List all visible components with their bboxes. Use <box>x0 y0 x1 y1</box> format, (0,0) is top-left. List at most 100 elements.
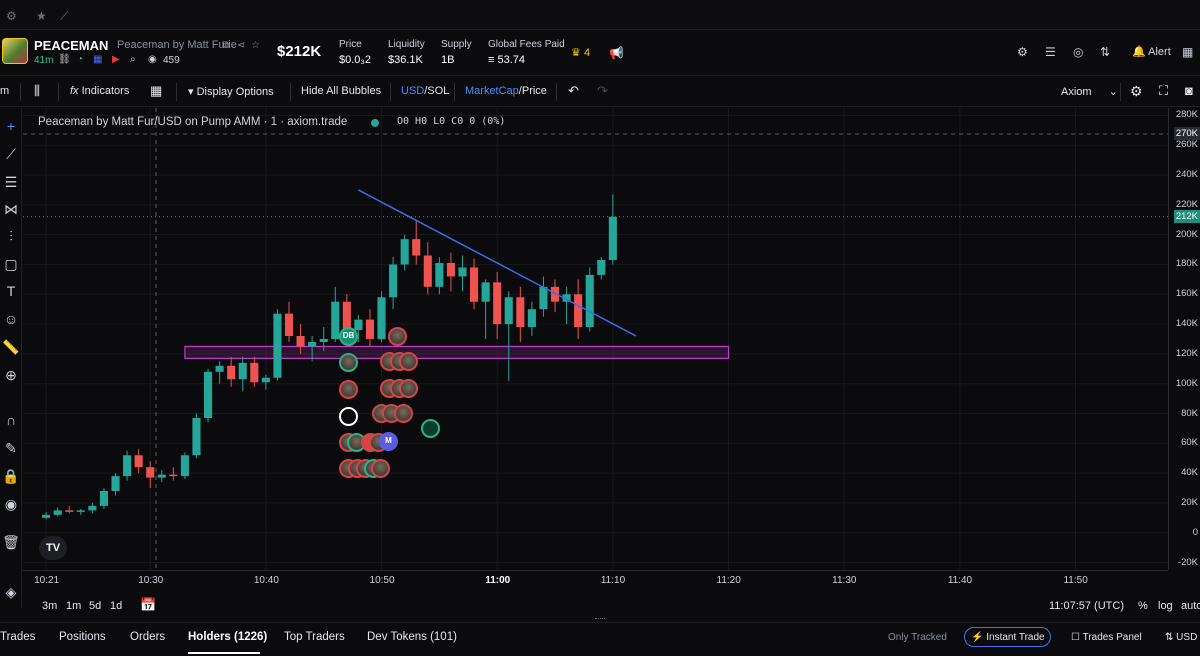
trader-bubble[interactable] <box>421 419 440 438</box>
display-options-button[interactable]: ▾ Display Options <box>188 85 274 98</box>
tab-positions[interactable]: Positions <box>59 631 106 643</box>
layers-icon[interactable]: ◈ <box>2 584 20 601</box>
crosshair-icon[interactable]: + <box>2 118 20 134</box>
trader-bubble[interactable] <box>371 459 390 478</box>
screenshot-icon[interactable]: ◙ <box>1185 83 1193 98</box>
trades-panel-toggle[interactable]: ☐ Trades Panel <box>1071 632 1142 643</box>
fib-icon[interactable]: ⫶ <box>2 228 20 245</box>
divider <box>556 83 557 101</box>
token-avatar[interactable] <box>2 38 28 64</box>
currency-toggle[interactable]: USD/SOL <box>401 85 449 97</box>
tab-top-traders[interactable]: Top Traders <box>284 631 345 643</box>
trader-bubble[interactable] <box>399 379 418 398</box>
megaphone-icon[interactable]: 📢 <box>609 46 624 60</box>
stat-value-supply: 1B <box>441 54 455 66</box>
chart-settings-icon[interactable]: ⚙ <box>1130 83 1143 100</box>
trader-bubble[interactable] <box>339 407 358 426</box>
price-axis[interactable]: 280K 260K 240K 220K 200K 180K 160K 140K 120K 100K… <box>1168 108 1200 570</box>
provider-select[interactable]: Axiom ⌄ <box>1061 85 1118 98</box>
range-1m[interactable]: 1m <box>66 600 81 612</box>
currency-switch[interactable]: ⇅ USD <box>1165 632 1197 643</box>
layout-icon[interactable]: ▦ <box>150 83 162 99</box>
trader-bubble[interactable]: DB <box>339 327 358 346</box>
time-axis[interactable] <box>23 570 1168 594</box>
token-ticker[interactable]: PEACEMAN <box>34 38 108 53</box>
price-chart[interactable] <box>23 108 1168 570</box>
search-icon[interactable]: ⌕ <box>130 54 136 65</box>
copy-icon[interactable]: ⧉ <box>222 40 229 51</box>
swap-icon[interactable]: ⇅ <box>1100 45 1110 59</box>
fullscreen-icon[interactable]: ⛶ <box>1159 83 1168 99</box>
x-tick-label: 10:50 <box>369 575 395 586</box>
indicators-button[interactable]: fx Indicators <box>70 85 129 97</box>
star-icon[interactable]: ☆ <box>251 40 260 51</box>
alert-button[interactable]: 🔔 Alert <box>1132 45 1171 58</box>
settings-small-icon[interactable]: ⚙ <box>6 9 17 23</box>
auto-toggle[interactable]: auto <box>1181 600 1200 612</box>
settings-icon[interactable]: ⚙ <box>1017 45 1028 59</box>
chart-icon[interactable]: ⟋ <box>60 9 68 24</box>
tab-orders[interactable]: Orders <box>130 631 165 643</box>
candle-up <box>585 274 594 328</box>
price-option[interactable]: /Price <box>519 85 547 97</box>
tab-trades[interactable]: Trades <box>0 631 35 643</box>
range-3m[interactable]: 3m <box>42 600 57 612</box>
trader-bubble[interactable] <box>339 380 358 399</box>
share-icon[interactable]: ⋖ <box>237 40 245 51</box>
emoji-icon[interactable]: ☺ <box>2 311 20 327</box>
only-tracked-toggle[interactable]: Only Tracked <box>888 632 947 643</box>
pitchfork-icon[interactable]: ⋈ <box>2 201 20 218</box>
trash-icon[interactable]: 🗑 <box>2 534 20 551</box>
hide-bubbles-button[interactable]: Hide All Bubbles <box>301 85 381 97</box>
zoom-icon[interactable]: ⊕ <box>2 367 20 384</box>
range-1d[interactable]: 1d <box>110 600 122 612</box>
grid-icon[interactable]: ▦ <box>1182 45 1193 59</box>
sol-option[interactable]: /SOL <box>424 85 449 97</box>
instant-trade-label[interactable]: ⚡ Instant Trade <box>971 632 1045 643</box>
pencil-icon[interactable]: ✎ <box>2 440 20 457</box>
usd-option[interactable]: USD <box>401 85 424 97</box>
currency-icon[interactable]: ◎ <box>1073 45 1083 59</box>
utc-clock[interactable]: 11:07:57 (UTC) <box>1049 600 1124 612</box>
star-icon[interactable]: ★ <box>36 9 47 23</box>
lock-icon[interactable]: 🔒 <box>2 468 20 485</box>
redo-icon[interactable]: ↷ <box>597 83 608 99</box>
panel-resize-handle[interactable] <box>595 618 605 620</box>
marketcap-option[interactable]: MarketCap <box>465 85 519 97</box>
range-5d[interactable]: 5d <box>89 600 101 612</box>
horizontal-lines-icon[interactable]: ☰ <box>2 174 20 191</box>
rectangle-tool-icon[interactable]: ▢ <box>2 256 20 273</box>
calendar-icon[interactable]: 📅 <box>140 597 156 613</box>
undo-icon[interactable]: ↶ <box>568 83 579 99</box>
lightning-icon: ⚡ <box>971 632 984 643</box>
trendline-tool-icon[interactable]: ⟋ <box>2 146 20 163</box>
status-dot <box>371 119 379 127</box>
youtube-icon[interactable]: ▶ <box>112 54 120 65</box>
trader-bubble[interactable] <box>399 352 418 371</box>
percent-toggle[interactable]: % <box>1138 600 1148 612</box>
token-name[interactable]: Peaceman by Matt Furie <box>117 39 237 51</box>
list-icon[interactable]: ☰ <box>1045 45 1056 59</box>
candle-down <box>412 239 421 256</box>
tradingview-logo[interactable]: TV <box>39 536 67 560</box>
tab-holders[interactable]: Holders (1226) <box>188 631 267 643</box>
magnet-icon[interactable]: ∩ <box>2 412 20 428</box>
text-tool-icon[interactable]: T <box>2 283 20 299</box>
link-icon[interactable]: ⛓ <box>58 54 71 65</box>
trader-bubble[interactable] <box>388 327 407 346</box>
visibility-icon[interactable]: ◉ <box>2 496 20 513</box>
apps-icon[interactable]: ▦ <box>93 54 102 65</box>
clock-icon[interactable]: ◔ <box>77 54 83 65</box>
value-toggle[interactable]: MarketCap/Price <box>465 85 547 97</box>
candle-down <box>423 255 432 287</box>
trader-bubble[interactable] <box>339 353 358 372</box>
candle-type-icon[interactable]: ⫼ <box>34 83 40 99</box>
candle-up <box>400 239 409 265</box>
timeframe-button[interactable]: m <box>0 85 9 97</box>
ruler-icon[interactable]: 📏 <box>2 339 20 356</box>
trader-bubble[interactable] <box>394 404 413 423</box>
log-toggle[interactable]: log <box>1158 600 1173 612</box>
tab-dev-tokens[interactable]: Dev Tokens (101) <box>367 631 457 643</box>
crown-badge[interactable]: ♛ 4 <box>571 46 590 59</box>
trader-bubble[interactable]: M <box>379 432 398 451</box>
